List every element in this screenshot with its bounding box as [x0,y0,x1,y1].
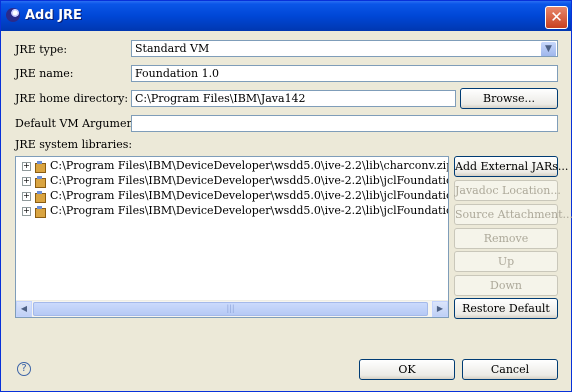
eclipse-icon [6,8,20,22]
list-item[interactable]: + C:\Program Files\IBM\DeviceDeveloper\ws… [22,203,448,218]
remove-button[interactable]: Remove [454,228,558,249]
vm-arguments-field[interactable] [131,115,558,132]
list-item[interactable]: + C:\Program Files\IBM\DeviceDeveloper\ws… [22,188,448,203]
library-path: C:\Program Files\IBM\DeviceDeveloper\wsd… [50,174,448,187]
list-item[interactable]: + C:\Program Files\IBM\DeviceDeveloper\ws… [22,158,449,173]
jar-icon [34,175,46,188]
library-path: C:\Program Files\IBM\DeviceDeveloper\wsd… [50,189,448,202]
jre-name-label: JRE name: [15,67,74,80]
scrollbar-thumb[interactable]: ||| [33,302,428,316]
jre-type-value: Standard VM [135,42,210,55]
scroll-right-icon[interactable]: ▶ [432,301,448,317]
home-directory-label: JRE home directory: [15,92,129,105]
up-button[interactable]: Up [454,251,558,272]
plus-expander-icon[interactable]: + [22,191,31,201]
libraries-list[interactable]: + C:\Program Files\IBM\DeviceDeveloper\ws… [15,156,449,318]
plus-expander-icon[interactable]: + [22,206,31,216]
system-libraries-label: JRE system libraries: [15,138,133,151]
cancel-button[interactable]: Cancel [462,359,558,380]
jre-name-field[interactable]: Foundation 1.0 [131,65,558,82]
add-jre-dialog: Add JRE ✕ JRE type: Standard VM ▼ JRE na… [0,0,572,392]
scroll-left-icon[interactable]: ◀ [16,301,32,317]
browse-button[interactable]: Browse... [460,88,558,109]
close-button[interactable]: ✕ [545,6,568,29]
horizontal-scrollbar[interactable]: ◀ ||| ▶ [16,300,448,317]
dialog-title: Add JRE [25,8,82,23]
jar-icon [34,190,46,203]
library-path: C:\Program Files\IBM\DeviceDeveloper\wsd… [50,159,449,172]
library-path: C:\Program Files\IBM\DeviceDeveloper\wsd… [50,204,448,217]
jar-icon [34,205,46,218]
ok-button[interactable]: OK [359,359,455,380]
jre-type-combo[interactable]: Standard VM ▼ [131,40,558,57]
javadoc-location-button[interactable]: Javadoc Location... [454,180,561,201]
add-external-jars-button[interactable]: Add External JARs... [454,156,568,177]
chevron-down-icon[interactable]: ▼ [541,42,556,56]
list-item[interactable]: + C:\Program Files\IBM\DeviceDeveloper\ws… [22,173,448,188]
down-button[interactable]: Down [454,275,558,296]
jre-type-label: JRE type: [15,43,68,56]
help-icon[interactable]: ? [17,362,31,376]
source-attachment-button[interactable]: Source Attachment... [454,204,572,225]
plus-expander-icon[interactable]: + [22,161,31,171]
plus-expander-icon[interactable]: + [22,176,31,186]
home-directory-field[interactable]: C:\Program Files\IBM\Java142 [131,90,456,107]
title-bar[interactable]: Add JRE ✕ [1,1,571,31]
jar-icon [34,160,46,173]
vm-arguments-label: Default VM Arguments: [15,117,148,130]
restore-default-button[interactable]: Restore Default [454,298,558,319]
